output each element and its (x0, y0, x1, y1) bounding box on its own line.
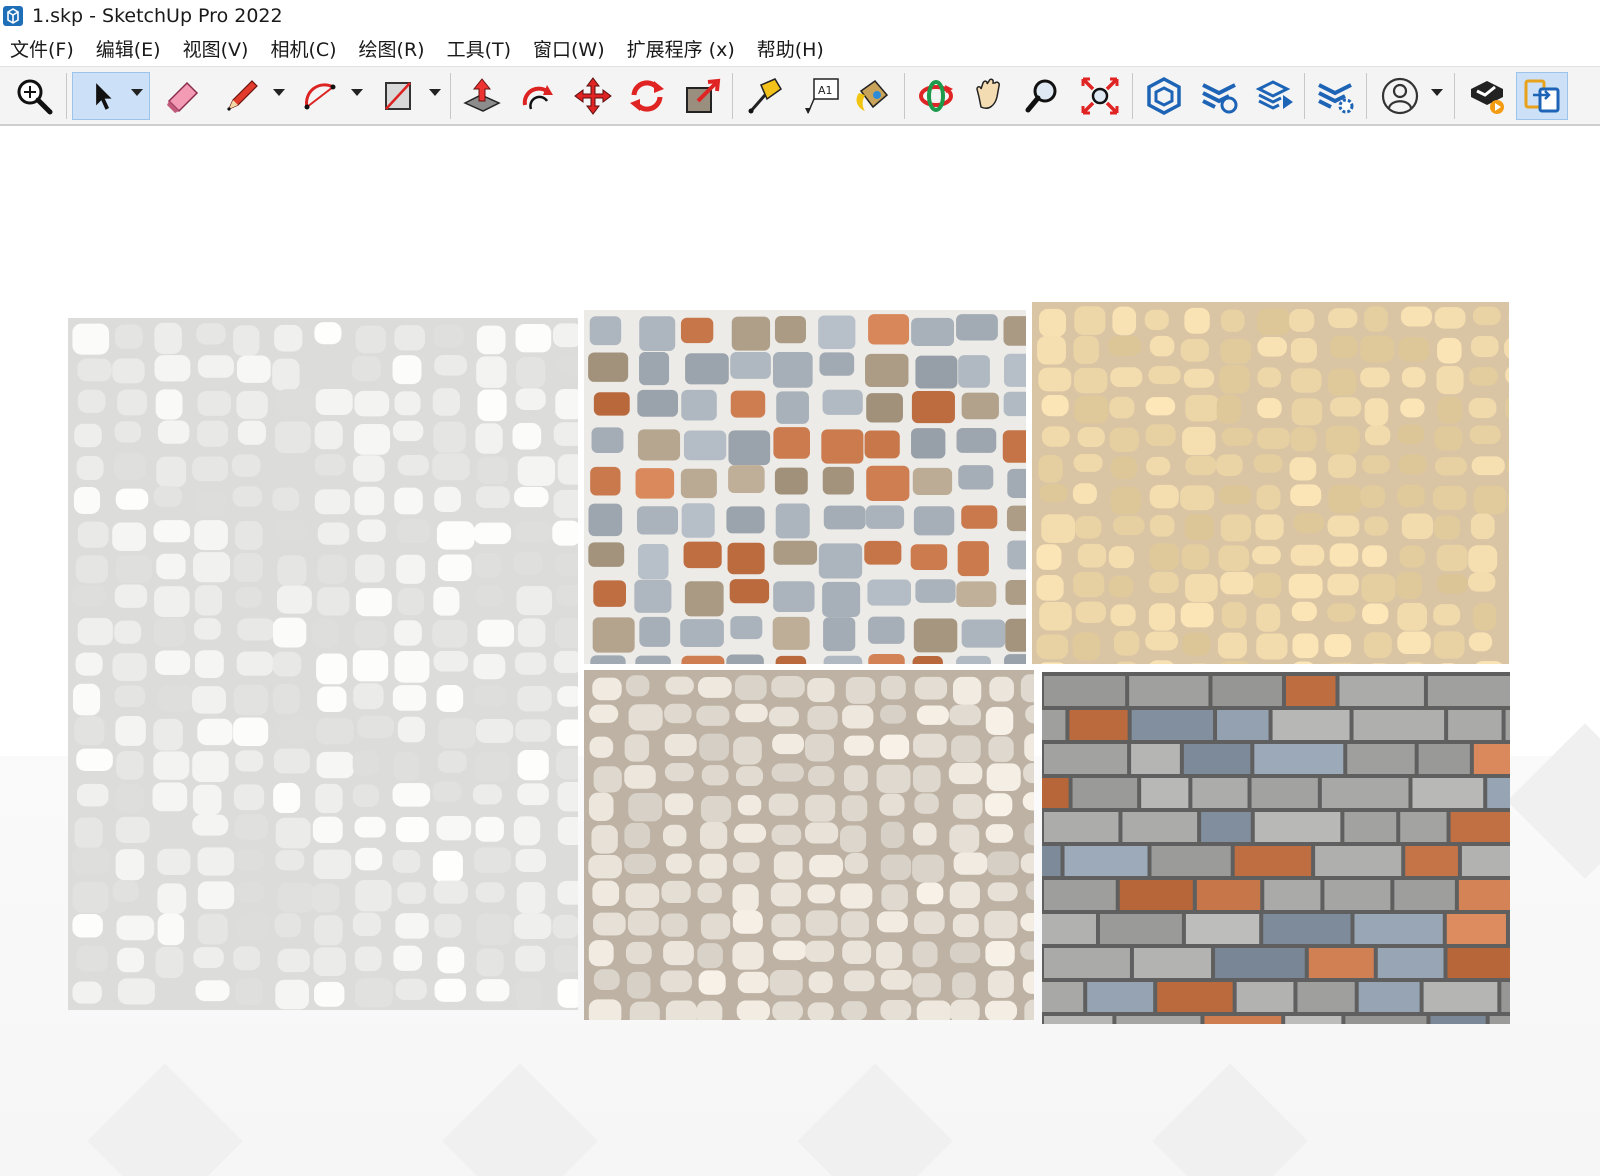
rectangle-icon (385, 82, 411, 110)
push-pull-tool-button[interactable] (458, 72, 506, 120)
white-limestone-wall-texture[interactable] (68, 318, 578, 1010)
rotate-tool-button[interactable] (623, 72, 671, 120)
zoom-extents-magnifier-icon (17, 79, 53, 115)
layout-send-icon (1255, 80, 1293, 110)
trimble-connect-icon (1524, 79, 1560, 113)
zoom-window-button[interactable] (10, 72, 58, 120)
eraser-tool-button[interactable] (158, 72, 206, 120)
rotate-icon (630, 80, 664, 112)
user-account-icon (1381, 77, 1419, 115)
menu-camera[interactable]: 相机(C) (260, 34, 348, 66)
arc-icon (304, 83, 336, 110)
select-dropdown-chevron-icon[interactable] (131, 89, 143, 96)
title-bar: 1.skp - SketchUp Pro 2022 (0, 0, 1600, 32)
user-account-button[interactable] (1376, 72, 1424, 120)
toolbar-separator (1132, 73, 1133, 119)
menu-extensions[interactable]: 扩展程序 (x) (617, 34, 747, 66)
menu-window[interactable]: 窗口(W) (523, 34, 617, 66)
menu-edit[interactable]: 编辑(E) (86, 34, 173, 66)
3d-warehouse-icon (1147, 77, 1181, 115)
pan-hand-icon (976, 78, 1000, 109)
shape-dropdown-chevron-icon[interactable] (429, 89, 441, 96)
paint-bucket-tool-button[interactable] (848, 72, 896, 120)
line-tool-button[interactable] (218, 72, 266, 120)
text-tool-button[interactable]: A1 (797, 72, 845, 120)
toolbar-separator (450, 73, 451, 119)
zoom-extents-icon (1081, 77, 1119, 115)
toolbar-separator (1454, 73, 1455, 119)
toolbar-separator (732, 73, 733, 119)
extension-manager-button[interactable] (1312, 72, 1360, 120)
push-pull-icon (463, 78, 501, 112)
zoom-tool-button[interactable] (1020, 72, 1068, 120)
orbit-tool-button[interactable] (912, 72, 960, 120)
zoom-extents-tool-button[interactable] (1076, 72, 1124, 120)
follow-me-tool-button[interactable] (514, 72, 562, 120)
menu-tools[interactable]: 工具(T) (437, 34, 523, 66)
orbit-icon (919, 80, 953, 112)
rectangle-tool-button[interactable] (374, 72, 422, 120)
account-dropdown-chevron-icon[interactable] (1431, 89, 1443, 96)
toolbar-separator (904, 73, 905, 119)
tape-measure-icon (748, 78, 782, 114)
extension-warehouse-button[interactable] (1196, 72, 1244, 120)
toolbar-separator (66, 73, 67, 119)
cream-cobblestone-wall-texture[interactable] (584, 670, 1034, 1020)
arc-dropdown-chevron-icon[interactable] (351, 89, 363, 96)
toolbar-separator (1366, 73, 1367, 119)
sketchup-logo-icon (3, 6, 23, 26)
menu-view[interactable]: 视图(V) (173, 34, 261, 66)
beige-sandstone-wall-texture[interactable] (1032, 302, 1509, 664)
arc-tool-button[interactable] (296, 72, 344, 120)
trimble-connect-button[interactable] (1516, 72, 1568, 120)
menu-bar: 文件(F) 编辑(E) 视图(V) 相机(C) 绘图(R) 工具(T) 窗口(W… (0, 34, 1600, 66)
tape-measure-tool-button[interactable] (740, 72, 788, 120)
send-to-layout-button[interactable] (1252, 72, 1300, 120)
scale-tool-button[interactable] (679, 72, 727, 120)
blue-grey-flagstone-texture[interactable] (584, 310, 1026, 664)
grey-ashlar-brick-texture[interactable] (1042, 672, 1510, 1024)
scale-icon (686, 78, 721, 113)
pencil-line-icon (227, 80, 258, 111)
text-label-icon: A1 (805, 78, 839, 114)
offset-icon (522, 85, 553, 110)
menu-file[interactable]: 文件(F) (0, 34, 86, 66)
zoom-icon (1025, 79, 1057, 113)
select-tool-button[interactable] (72, 72, 150, 120)
paint-bucket-icon (856, 79, 889, 111)
extension-run-button[interactable] (1462, 72, 1510, 120)
move-icon (574, 77, 612, 115)
menu-help[interactable]: 帮助(H) (747, 34, 836, 66)
line-dropdown-chevron-icon[interactable] (273, 89, 285, 96)
3d-warehouse-button[interactable] (1140, 72, 1188, 120)
extension-manager-icon (1318, 83, 1354, 114)
window-title: 1.skp - SketchUp Pro 2022 (32, 5, 283, 27)
pan-tool-button[interactable] (966, 72, 1014, 120)
select-arrow-icon (96, 83, 112, 110)
extension-warehouse-icon (1202, 83, 1238, 114)
move-tool-button[interactable] (569, 72, 617, 120)
main-toolbar: A1 (0, 66, 1600, 126)
model-viewport[interactable] (0, 126, 1600, 1176)
toolbar-separator (1304, 73, 1305, 119)
menu-draw[interactable]: 绘图(R) (349, 34, 437, 66)
svg-text:A1: A1 (818, 84, 833, 97)
eraser-icon (167, 81, 199, 113)
extension-run-icon (1471, 81, 1504, 114)
